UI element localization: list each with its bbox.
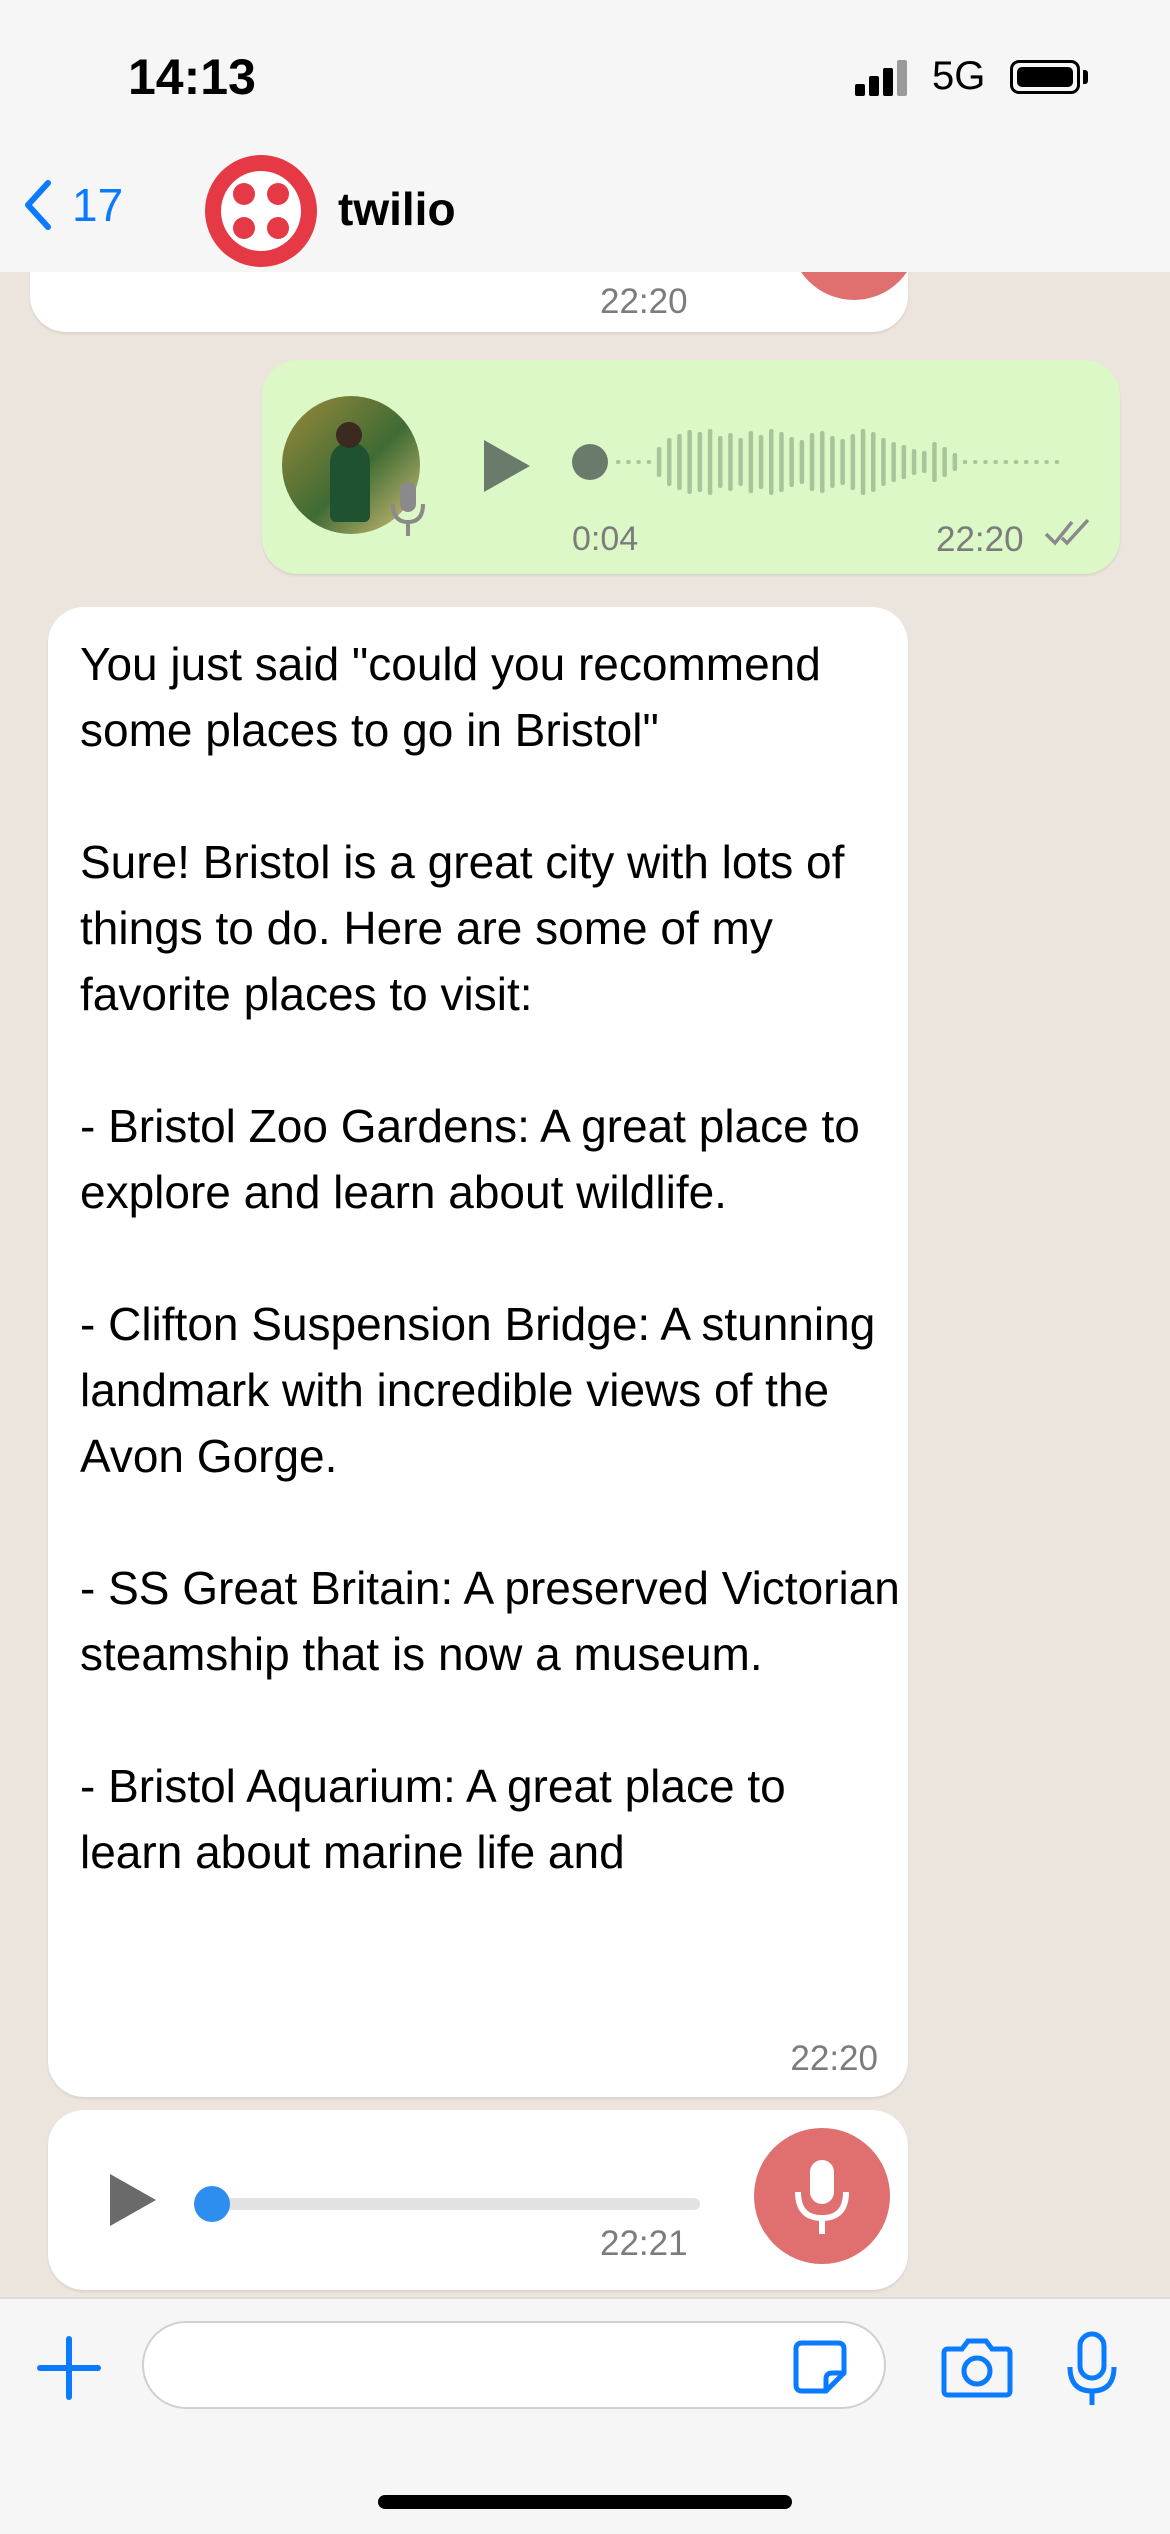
message-time: 22:20 xyxy=(936,520,1024,559)
message-time: 22:21 xyxy=(600,2224,688,2263)
contact-name[interactable]: twilio xyxy=(338,182,456,236)
message-time: 22:20 xyxy=(790,2039,878,2078)
mic-icon xyxy=(391,482,425,536)
chat-header: 17 twilio xyxy=(0,150,1170,274)
audio-scrubber[interactable] xyxy=(194,2186,230,2222)
waveform[interactable] xyxy=(572,420,1072,504)
network-type: 5G xyxy=(932,54,986,98)
message-time: 22:20 xyxy=(600,282,688,321)
voice-duration: 0:04 xyxy=(572,520,639,558)
sticker-icon[interactable] xyxy=(792,2339,848,2395)
input-bar xyxy=(0,2297,1170,2534)
camera-icon[interactable] xyxy=(940,2335,1014,2399)
chat-area[interactable]: 22:20 0:04 22:20 You just said "could yo… xyxy=(0,272,1170,2297)
previous-message: 22:20 xyxy=(30,272,918,332)
back-button[interactable]: 17 xyxy=(22,178,123,232)
signal-icon xyxy=(855,60,915,96)
incoming-voice-message[interactable]: 22:21 xyxy=(48,2110,908,2290)
audio-progress-track[interactable] xyxy=(198,2198,700,2210)
read-receipt-icon xyxy=(1044,518,1090,546)
battery-icon xyxy=(1010,60,1080,94)
home-indicator xyxy=(378,2495,792,2509)
message-input[interactable] xyxy=(142,2321,886,2409)
status-bar: 14:13 5G xyxy=(0,0,1170,150)
incoming-text-message[interactable]: You just said "could you recommend some … xyxy=(48,607,908,2097)
message-text: You just said "could you recommend some … xyxy=(80,638,900,1878)
status-time: 14:13 xyxy=(128,49,256,105)
mic-icon[interactable] xyxy=(1066,2331,1118,2407)
mic-icon xyxy=(795,2160,849,2234)
play-icon[interactable] xyxy=(480,438,532,494)
outgoing-voice-message[interactable]: 0:04 22:20 xyxy=(262,360,1120,574)
unread-count: 17 xyxy=(72,179,124,231)
play-icon[interactable] xyxy=(106,2172,158,2228)
mic-button[interactable] xyxy=(754,2128,890,2264)
contact-avatar[interactable] xyxy=(205,155,317,267)
plus-icon[interactable] xyxy=(36,2335,102,2401)
chevron-left-icon xyxy=(25,180,51,230)
